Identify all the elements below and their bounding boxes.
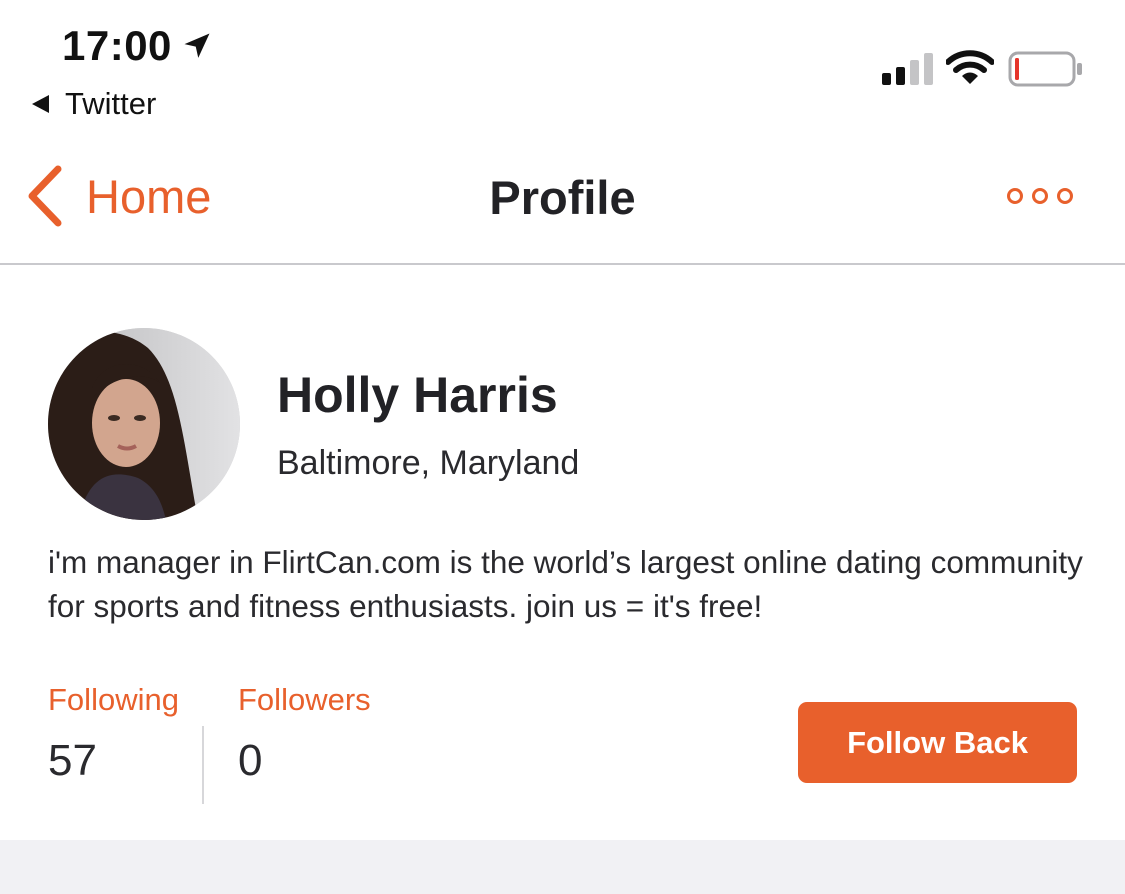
back-triangle-icon bbox=[32, 95, 49, 113]
profile-photo bbox=[48, 328, 240, 520]
time-text: 17:00 bbox=[62, 22, 172, 69]
wifi-icon bbox=[946, 50, 994, 84]
status-time: 17:00 bbox=[62, 22, 212, 70]
avatar[interactable] bbox=[48, 328, 240, 520]
back-to-app-button[interactable]: Twitter bbox=[32, 86, 156, 122]
page-title: Profile bbox=[489, 171, 636, 224]
profile-bio: i'm manager in FlirtCan.com is the world… bbox=[48, 544, 1083, 624]
battery-icon bbox=[1008, 51, 1082, 87]
profile-name: Holly Harris bbox=[277, 367, 558, 423]
location-arrow-icon bbox=[184, 33, 210, 58]
stats-divider bbox=[202, 726, 204, 804]
more-options-icon[interactable] bbox=[1005, 184, 1075, 208]
followers-label[interactable]: Followers bbox=[238, 682, 371, 718]
following-count[interactable]: 57 bbox=[48, 736, 97, 786]
signal-icon bbox=[882, 53, 933, 85]
section-separator bbox=[0, 840, 1125, 894]
back-app-label: Twitter bbox=[65, 86, 157, 121]
nav-divider bbox=[0, 263, 1125, 265]
following-label[interactable]: Following bbox=[48, 682, 179, 718]
followers-count[interactable]: 0 bbox=[238, 736, 262, 786]
follow-back-button[interactable]: Follow Back bbox=[798, 702, 1077, 783]
profile-location: Baltimore, Maryland bbox=[277, 444, 580, 482]
